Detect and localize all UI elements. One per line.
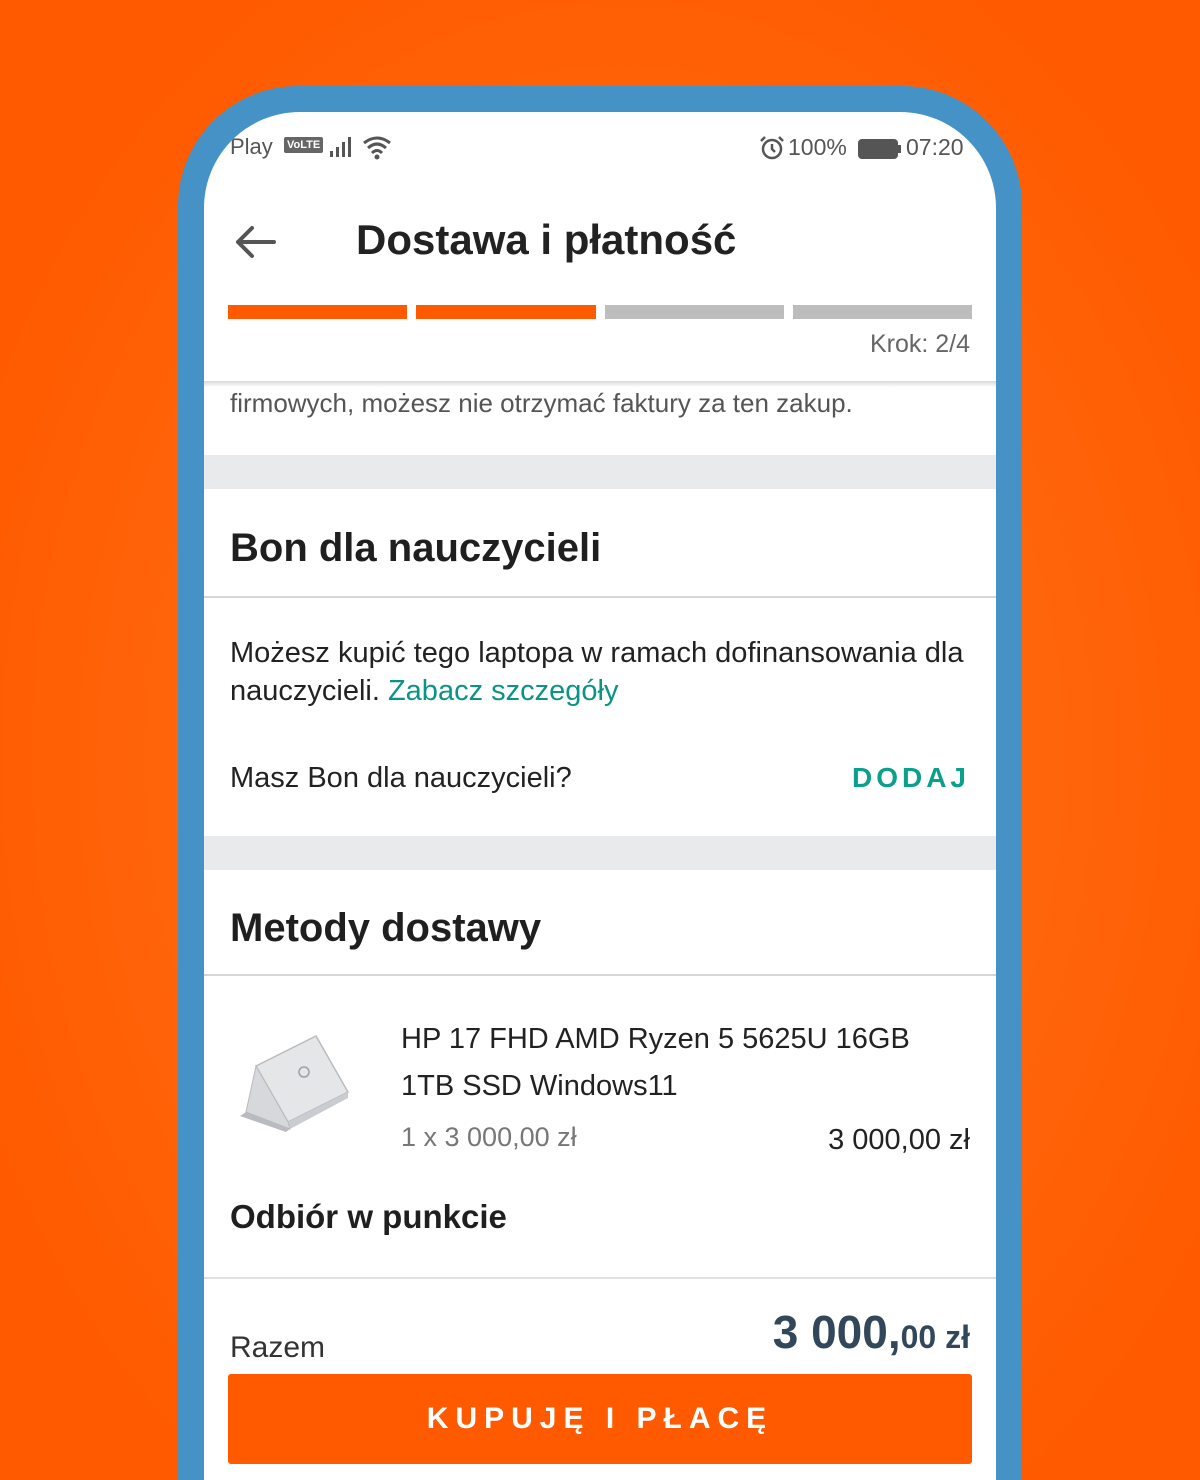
- carrier-name: Play: [230, 134, 273, 159]
- teacher-voucher-title: Bon dla nauczycieli: [230, 526, 602, 570]
- divider: [204, 596, 996, 598]
- buy-and-pay-button[interactable]: KUPUJĘ I PŁACĘ: [228, 1374, 972, 1464]
- progress-step-3: [604, 305, 784, 319]
- battery-percentage: 100%: [788, 134, 847, 160]
- section-separator: [204, 836, 996, 870]
- pickup-point-title: Odbiór w punkcie: [230, 1198, 507, 1235]
- product-price: 3 000,00 zł: [828, 1124, 970, 1156]
- clock: 07:20: [906, 134, 964, 160]
- teacher-voucher-question: Masz Bon dla nauczycieli?: [230, 762, 572, 794]
- app-screen: Play VoLTE 100% 07:20 Dostawa i płatność…: [204, 112, 996, 1480]
- progress-step-1: [228, 305, 408, 319]
- product-quantity-price: 1 x 3 000,00 zł: [401, 1122, 577, 1152]
- total-amount: 3 000,00 zł: [773, 1305, 970, 1359]
- battery-icon: [858, 139, 901, 159]
- alarm-icon: [760, 136, 784, 160]
- see-details-link[interactable]: Zabacz szczegóły: [388, 675, 619, 707]
- progress-step-4: [792, 305, 972, 319]
- divider: [204, 974, 996, 976]
- signal-icon: [330, 137, 351, 157]
- progress-step-2: [416, 305, 596, 319]
- section-separator: [204, 455, 996, 489]
- page-title: Dostawa i płatność: [356, 216, 737, 263]
- wifi-icon: [363, 136, 391, 160]
- laptop-product-image: [240, 1035, 350, 1132]
- header-shadow: [204, 381, 996, 387]
- total-amount-integer: 3 000,: [772, 1306, 901, 1358]
- add-voucher-button[interactable]: DODAJ: [852, 762, 970, 794]
- checkout-progress-bar: [228, 305, 972, 319]
- checkout-summary-bar: Razem 3 000,00 zł KUPUJĘ I PŁACĘ: [204, 1277, 996, 1480]
- delivery-methods-title: Metody dostawy: [230, 906, 542, 950]
- invoice-notice-text: firmowych, możesz nie otrzymać faktury z…: [230, 388, 853, 418]
- total-amount-decimal: 00 zł: [900, 1319, 970, 1355]
- total-label: Razem: [230, 1331, 326, 1364]
- teacher-voucher-description: Możesz kupić tego laptopa w ramach dofin…: [230, 634, 970, 710]
- status-bar: Play VoLTE 100% 07:20: [204, 112, 996, 184]
- back-arrow-icon[interactable]: [230, 220, 280, 264]
- volte-badge: VoLTE: [284, 137, 324, 153]
- product-name: HP 17 FHD AMD Ryzen 5 5625U 16GB 1TB SSD…: [401, 1023, 910, 1102]
- step-indicator: Krok: 2/4: [869, 330, 970, 358]
